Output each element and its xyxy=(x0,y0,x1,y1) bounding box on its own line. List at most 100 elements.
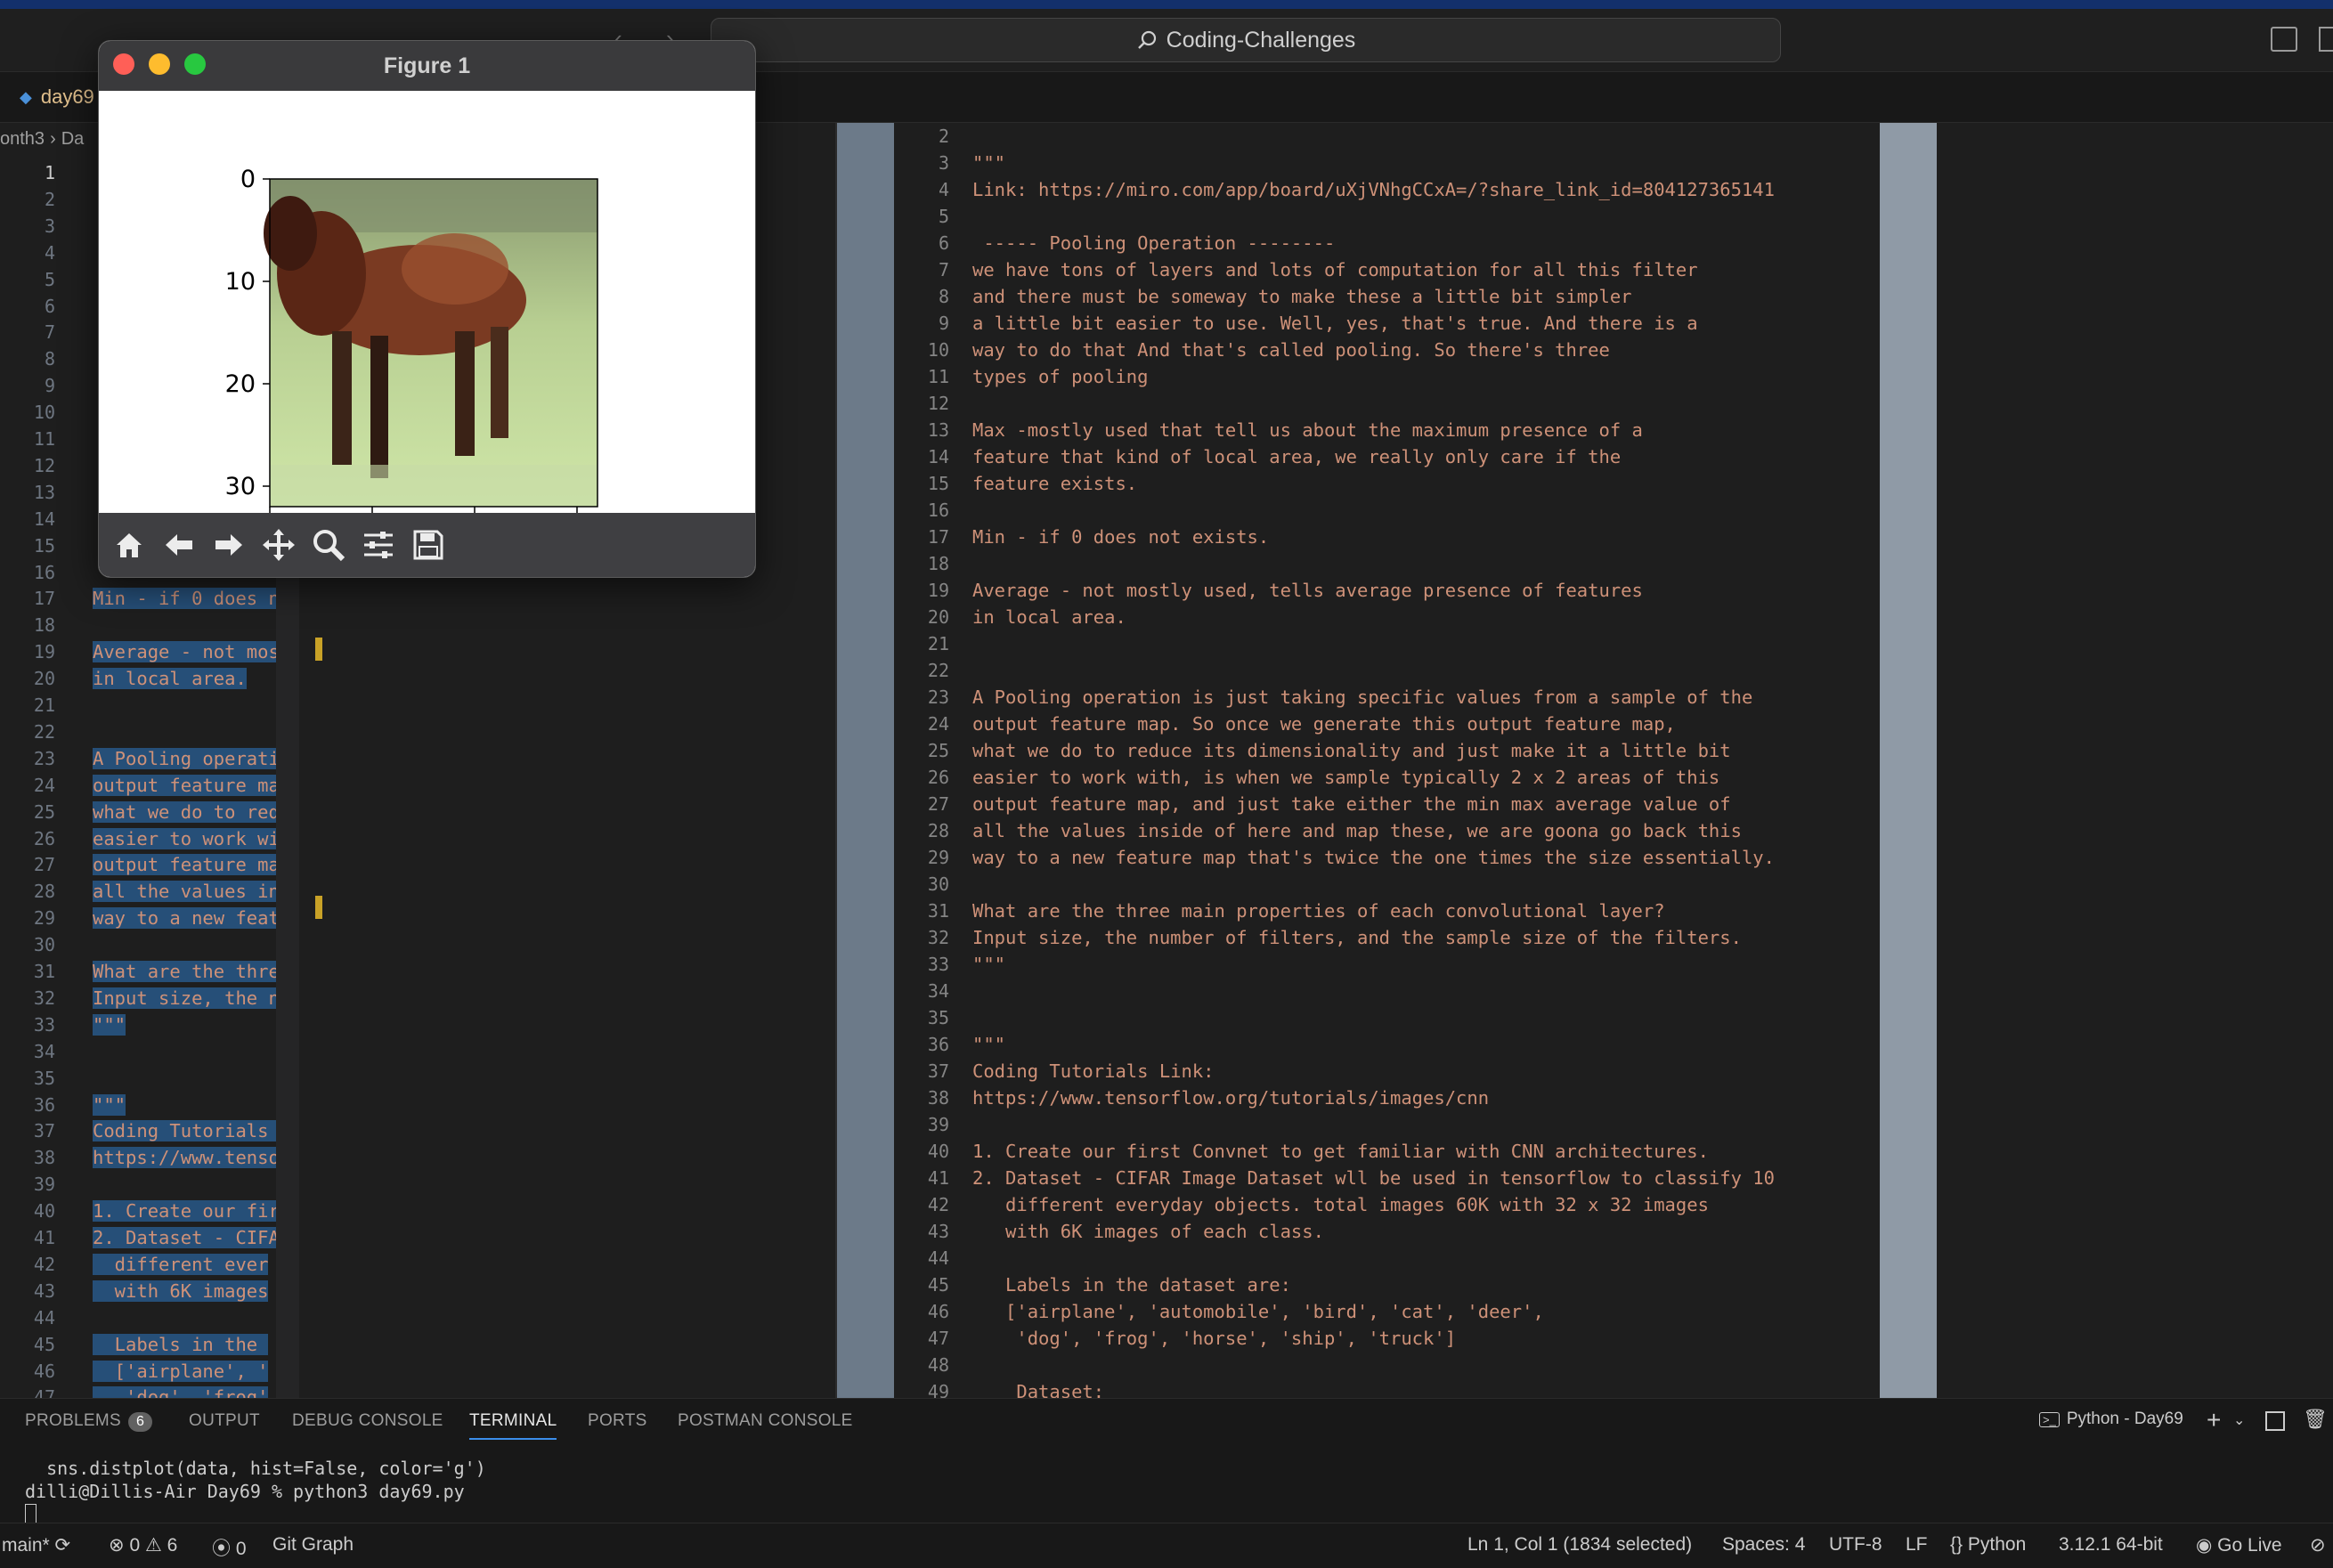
go-live-button[interactable]: ◉ Go Live xyxy=(2196,1534,2282,1556)
chevron-right-icon: › xyxy=(50,128,56,149)
code-line: output feature ma xyxy=(93,854,280,876)
close-window-icon[interactable] xyxy=(113,53,134,75)
warning-count: 6 xyxy=(167,1535,178,1556)
tab-postman-console[interactable]: POSTMAN CONSOLE xyxy=(678,1411,853,1431)
line-number: 27 xyxy=(33,854,55,876)
encoding[interactable]: UTF-8 xyxy=(1829,1534,1882,1556)
code-line: 1. Create our first Convnet to get famil… xyxy=(972,1141,1709,1162)
git-graph-button[interactable]: Git Graph xyxy=(272,1534,354,1556)
diff-marker xyxy=(315,638,322,661)
code-line: Max -mostly used that tell us about the … xyxy=(972,419,1643,441)
terminal-cursor xyxy=(25,1504,37,1523)
line-number: 37 xyxy=(33,1120,55,1142)
line-number: 17 xyxy=(33,588,55,610)
tab-label: day69 xyxy=(40,85,94,108)
line-number: 29 xyxy=(927,847,949,868)
cursor-position[interactable]: Ln 1, Col 1 (1834 selected) xyxy=(1467,1534,1692,1556)
matplotlib-figure-window[interactable]: Figure 1 0 10 20 30 xyxy=(98,40,756,578)
line-number: 42 xyxy=(927,1194,949,1215)
maximize-window-icon[interactable] xyxy=(184,53,206,75)
line-number: 47 xyxy=(33,1386,55,1398)
toggle-panel-icon[interactable] xyxy=(2319,27,2333,52)
tab-label: PROBLEMS xyxy=(25,1411,121,1430)
line-number: 45 xyxy=(33,1333,55,1355)
line-number: 33 xyxy=(33,1013,55,1036)
figure-title: Figure 1 xyxy=(383,53,471,78)
line-number: 25 xyxy=(927,740,949,761)
ports-status[interactable]: ⦿ 0 xyxy=(212,1534,247,1561)
line-number: 21 xyxy=(33,695,55,716)
code-line: we have tons of layers and lots of compu… xyxy=(972,259,1698,280)
forward-arrow-icon[interactable] xyxy=(206,522,252,568)
command-center-search[interactable]: Coding-Challenges xyxy=(711,18,1781,62)
code-line: A Pooling operation is just taking speci… xyxy=(972,687,1753,708)
tab-day69[interactable]: ◆ day69 xyxy=(0,72,114,122)
code-line: Coding Tutorials xyxy=(93,1120,280,1142)
configure-subplots-icon[interactable] xyxy=(355,522,402,568)
language-label: Python xyxy=(1967,1534,2027,1555)
command-center-label: Coding-Challenges xyxy=(1166,27,1356,53)
code-line: Dataset: xyxy=(972,1381,1105,1398)
python-file-icon: ◆ xyxy=(20,87,32,106)
line-number: 6 xyxy=(44,295,55,317)
terminal-line: sns.distplot(data, hist=False, color='g'… xyxy=(25,1458,486,1479)
toggle-sidebar-icon[interactable] xyxy=(2271,27,2297,52)
problems-status[interactable]: ⊗ 0 ⚠ 6 xyxy=(109,1534,177,1556)
figure-canvas[interactable]: 01020300102030 xyxy=(99,91,755,541)
end-of-line[interactable]: LF xyxy=(1906,1534,1928,1556)
tab-terminal[interactable]: TERMINAL xyxy=(469,1411,557,1440)
code-line: what we do to red xyxy=(93,800,280,823)
broadcast-icon: ⦿ xyxy=(212,1539,231,1559)
breadcrumb-item[interactable]: Da xyxy=(61,129,85,150)
minimize-window-icon[interactable] xyxy=(149,53,170,75)
line-number: 36 xyxy=(33,1093,55,1116)
line-number: 46 xyxy=(33,1360,55,1382)
tab-ports[interactable]: PORTS xyxy=(588,1411,647,1431)
breadcrumb-item[interactable]: onth3 xyxy=(0,129,45,150)
right-editor[interactable]: 2 3 """ 4 Link: https://miro.com/app/board/u… xyxy=(894,123,1880,1398)
figure-toolbar xyxy=(99,513,755,577)
python-interpreter[interactable]: 3.12.1 64-bit xyxy=(2059,1534,2163,1556)
terminal-selector[interactable]: >_ Python - Day69 xyxy=(2039,1410,2183,1429)
code-line: feature that kind of local area, we real… xyxy=(972,446,1622,467)
save-icon[interactable] xyxy=(405,522,451,568)
line-number: 48 xyxy=(927,1354,949,1376)
pan-move-icon[interactable] xyxy=(256,522,302,568)
chevron-down-icon[interactable]: ⌄ xyxy=(2233,1411,2245,1429)
line-number: 3 xyxy=(44,215,55,237)
line-number: 13 xyxy=(33,481,55,503)
broadcast-icon: ◉ xyxy=(2196,1535,2213,1556)
problems-count-badge: 6 xyxy=(128,1412,153,1432)
braces-icon: {} xyxy=(1950,1534,1963,1555)
line-number: 31 xyxy=(33,961,55,982)
bottom-panel: PROBLEMS 6 OUTPUT DEBUG CONSOLE TERMINAL … xyxy=(0,1398,2333,1523)
code-line: output feature map. So once we generate … xyxy=(972,713,1676,735)
zoom-magnifier-icon[interactable] xyxy=(305,522,352,568)
branch-label: main* xyxy=(2,1535,50,1556)
code-line: 2. Dataset - CIFAR Image Dataset wll be … xyxy=(972,1167,1775,1189)
home-icon[interactable] xyxy=(106,522,152,568)
line-number: 40 xyxy=(33,1200,55,1223)
tab-debug-console[interactable]: DEBUG CONSOLE xyxy=(292,1411,443,1431)
line-number: 8 xyxy=(44,348,55,370)
copilot-icon[interactable]: ⊘ xyxy=(2310,1534,2326,1556)
back-arrow-icon[interactable] xyxy=(156,522,202,568)
indentation[interactable]: Spaces: 4 xyxy=(1722,1534,1805,1556)
language-mode[interactable]: {} Python xyxy=(1950,1534,2026,1556)
add-terminal-icon[interactable]: + xyxy=(2207,1406,2221,1434)
line-number: 23 xyxy=(33,747,55,769)
code-line: feature exists. xyxy=(972,473,1138,494)
code-line: way to do that And that's called pooling… xyxy=(972,339,1610,361)
line-number: 45 xyxy=(927,1274,949,1296)
code-line: way to a new feat xyxy=(93,907,280,930)
tab-output[interactable]: OUTPUT xyxy=(189,1411,260,1431)
code-line: and there must be someway to make these … xyxy=(972,286,1632,307)
line-number: 21 xyxy=(927,633,949,654)
ports-count: 0 xyxy=(235,1539,247,1559)
trash-icon[interactable]: 🗑 xyxy=(2303,1408,2328,1431)
line-number: 25 xyxy=(33,800,55,823)
git-branch[interactable]: main* ⟳ xyxy=(2,1534,70,1556)
code-line: ----- Pooling Operation -------- xyxy=(972,232,1336,254)
tab-problems[interactable]: PROBLEMS 6 xyxy=(25,1411,153,1432)
split-terminal-icon[interactable] xyxy=(2265,1411,2285,1431)
